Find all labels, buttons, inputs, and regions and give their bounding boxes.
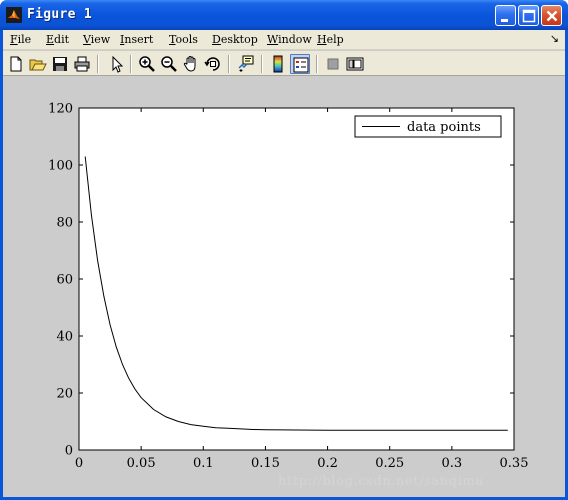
window-title: Figure 1 <box>27 7 93 22</box>
y-tick-label: 20 <box>56 387 73 402</box>
title-bar[interactable]: Figure 1 <box>0 0 568 30</box>
x-tick-label: 0.05 <box>127 456 156 471</box>
figure-window: Figure 1 File Edit View Insert Tools Des… <box>0 0 568 500</box>
x-tick-label: 0.25 <box>375 456 404 471</box>
y-tick-label: 40 <box>56 330 73 345</box>
x-tick-label: 0.15 <box>251 456 280 471</box>
close-icon <box>546 10 558 22</box>
minimize-button[interactable] <box>495 5 516 26</box>
chart-canvas[interactable]: 0 0.05 0.1 0.15 0.2 0.25 0.3 0.35 0 20 40 60 80 100 12… <box>3 30 565 497</box>
watermark-text: http://blog.csdn.net/sanqima <box>278 474 484 489</box>
x-tick-label: 0 <box>75 456 83 471</box>
x-tick-label: 0.3 <box>442 456 463 471</box>
x-tick-label: 0.2 <box>317 456 338 471</box>
series-line-0 <box>84 156 508 431</box>
legend-label: data points <box>407 120 481 135</box>
matlab-logo-icon <box>6 7 22 23</box>
close-button[interactable] <box>541 5 562 26</box>
y-tick-label: 100 <box>48 159 73 174</box>
minimize-icon <box>501 19 508 22</box>
y-tick-label: 120 <box>48 102 73 117</box>
x-tick-label: 0.1 <box>193 456 214 471</box>
y-tick-label: 0 <box>65 444 73 459</box>
maximize-button[interactable] <box>518 5 539 26</box>
axes-box <box>78 107 515 451</box>
figure-frame: File Edit View Insert Tools Desktop Wind… <box>3 30 565 497</box>
maximize-icon <box>522 9 536 23</box>
y-tick-label: 60 <box>56 273 73 288</box>
x-tick-label: 0.35 <box>500 456 529 471</box>
y-tick-label: 80 <box>56 216 73 231</box>
